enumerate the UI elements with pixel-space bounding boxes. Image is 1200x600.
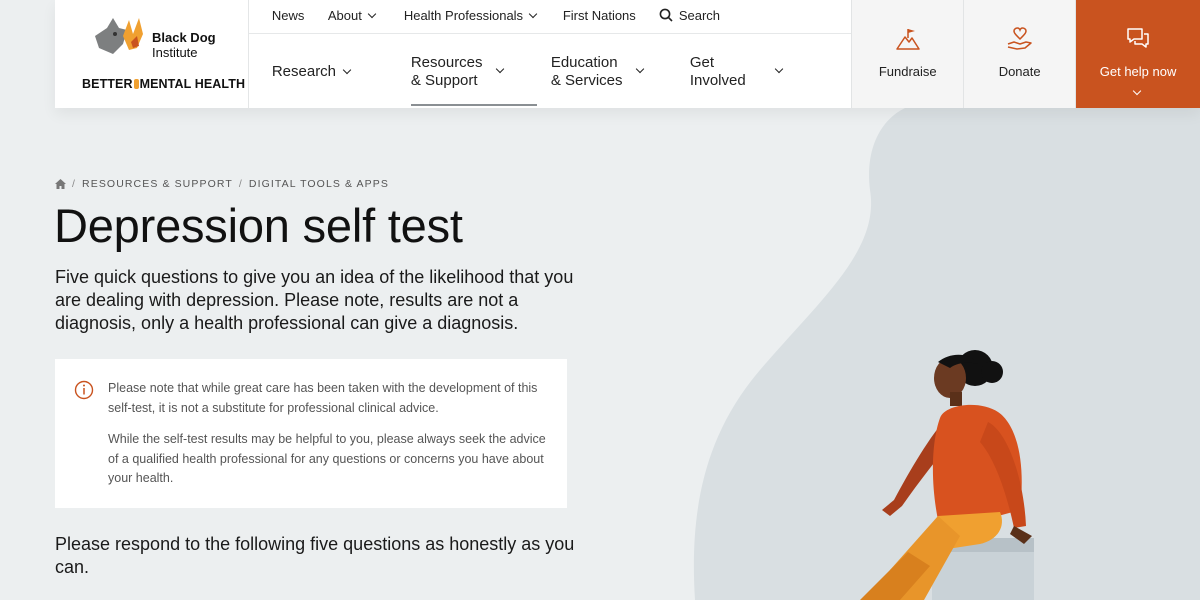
brand-name-regular: Institute xyxy=(152,45,198,60)
intro-text: Five quick questions to give you an idea… xyxy=(55,267,574,333)
fundraise-button[interactable]: Fundraise xyxy=(851,0,964,108)
breadcrumb-resources-support[interactable]: RESOURCES & SUPPORT xyxy=(82,178,233,190)
heart-hand-icon xyxy=(1007,27,1032,50)
chevron-down-icon xyxy=(528,9,538,19)
get-help-label: Get help now xyxy=(1099,64,1177,79)
breadcrumb-separator: / xyxy=(72,178,77,190)
search-label: Search xyxy=(678,8,721,23)
main-nav-research[interactable]: Research xyxy=(271,63,352,81)
home-icon[interactable] xyxy=(55,179,66,189)
logo[interactable]: Black Dog Institute BETTER MENTAL HEALTH xyxy=(55,0,249,108)
donate-label: Donate xyxy=(998,64,1041,79)
top-nav: News About Health Professionals First Na… xyxy=(248,0,852,34)
main-nav-education-services[interactable]: Education & Services xyxy=(551,54,651,90)
chevron-down-icon xyxy=(367,9,377,19)
active-nav-indicator xyxy=(410,104,537,106)
fundraise-label: Fundraise xyxy=(878,64,937,79)
page-title: Depression self test xyxy=(54,199,463,252)
instructions-text: Please respond to the following five que… xyxy=(55,534,575,577)
breadcrumb-separator: / xyxy=(238,178,243,190)
top-nav-about[interactable]: About xyxy=(327,8,377,23)
main-nav-resources-line1: Resources xyxy=(410,54,483,71)
seated-person-illustration xyxy=(860,350,1034,600)
site-header: Black Dog Institute BETTER MENTAL HEALTH … xyxy=(55,0,1200,108)
tagline-left: BETTER xyxy=(82,77,133,91)
chevron-down-icon xyxy=(1132,86,1142,96)
top-nav-first-nations[interactable]: First Nations xyxy=(563,8,636,23)
search-button[interactable]: Search xyxy=(659,8,720,23)
donate-button[interactable]: Donate xyxy=(963,0,1076,108)
breadcrumb-digital-tools[interactable]: DIGITAL TOOLS & APPS xyxy=(249,178,389,190)
main-nav-education-line2: & Services xyxy=(550,72,623,89)
info-icon xyxy=(74,380,94,400)
brand-name: Black Dog Institute xyxy=(152,30,216,60)
notice-paragraph-2: While the self-test results may be helpf… xyxy=(108,432,546,485)
navigation: News About Health Professionals First Na… xyxy=(248,0,852,108)
chevron-down-icon xyxy=(342,65,352,75)
main-nav-research-label: Research xyxy=(271,63,337,80)
top-nav-health-professionals-label: Health Professionals xyxy=(403,8,524,23)
breadcrumb: / RESOURCES & SUPPORT / DIGITAL TOOLS & … xyxy=(55,178,389,190)
main-nav-resources-line2: & Support xyxy=(410,72,478,89)
brand-tagline: BETTER MENTAL HEALTH xyxy=(82,77,245,91)
main-nav-get-involved[interactable]: Get Involved xyxy=(690,54,790,90)
main-nav-resources-support[interactable]: Resources & Support xyxy=(411,54,537,90)
main-nav-get-line2: Involved xyxy=(689,72,746,89)
brand-name-bold: Black Dog xyxy=(152,30,216,45)
chat-bubbles-icon xyxy=(1127,28,1149,48)
disclaimer-notice: Please note that while great care has be… xyxy=(55,359,567,508)
top-nav-news[interactable]: News xyxy=(272,8,305,23)
get-help-button[interactable]: Get help now xyxy=(1075,0,1200,108)
tagline-dot-icon xyxy=(133,79,139,89)
notice-paragraph-1: Please note that while great care has be… xyxy=(108,381,538,415)
top-nav-health-professionals[interactable]: Health Professionals xyxy=(403,8,538,23)
tagline-right: MENTAL HEALTH xyxy=(139,77,246,91)
black-dog-logo-icon xyxy=(95,18,143,54)
top-nav-about-label: About xyxy=(327,8,362,23)
search-icon xyxy=(659,8,673,22)
flag-mountain-icon xyxy=(896,29,920,50)
